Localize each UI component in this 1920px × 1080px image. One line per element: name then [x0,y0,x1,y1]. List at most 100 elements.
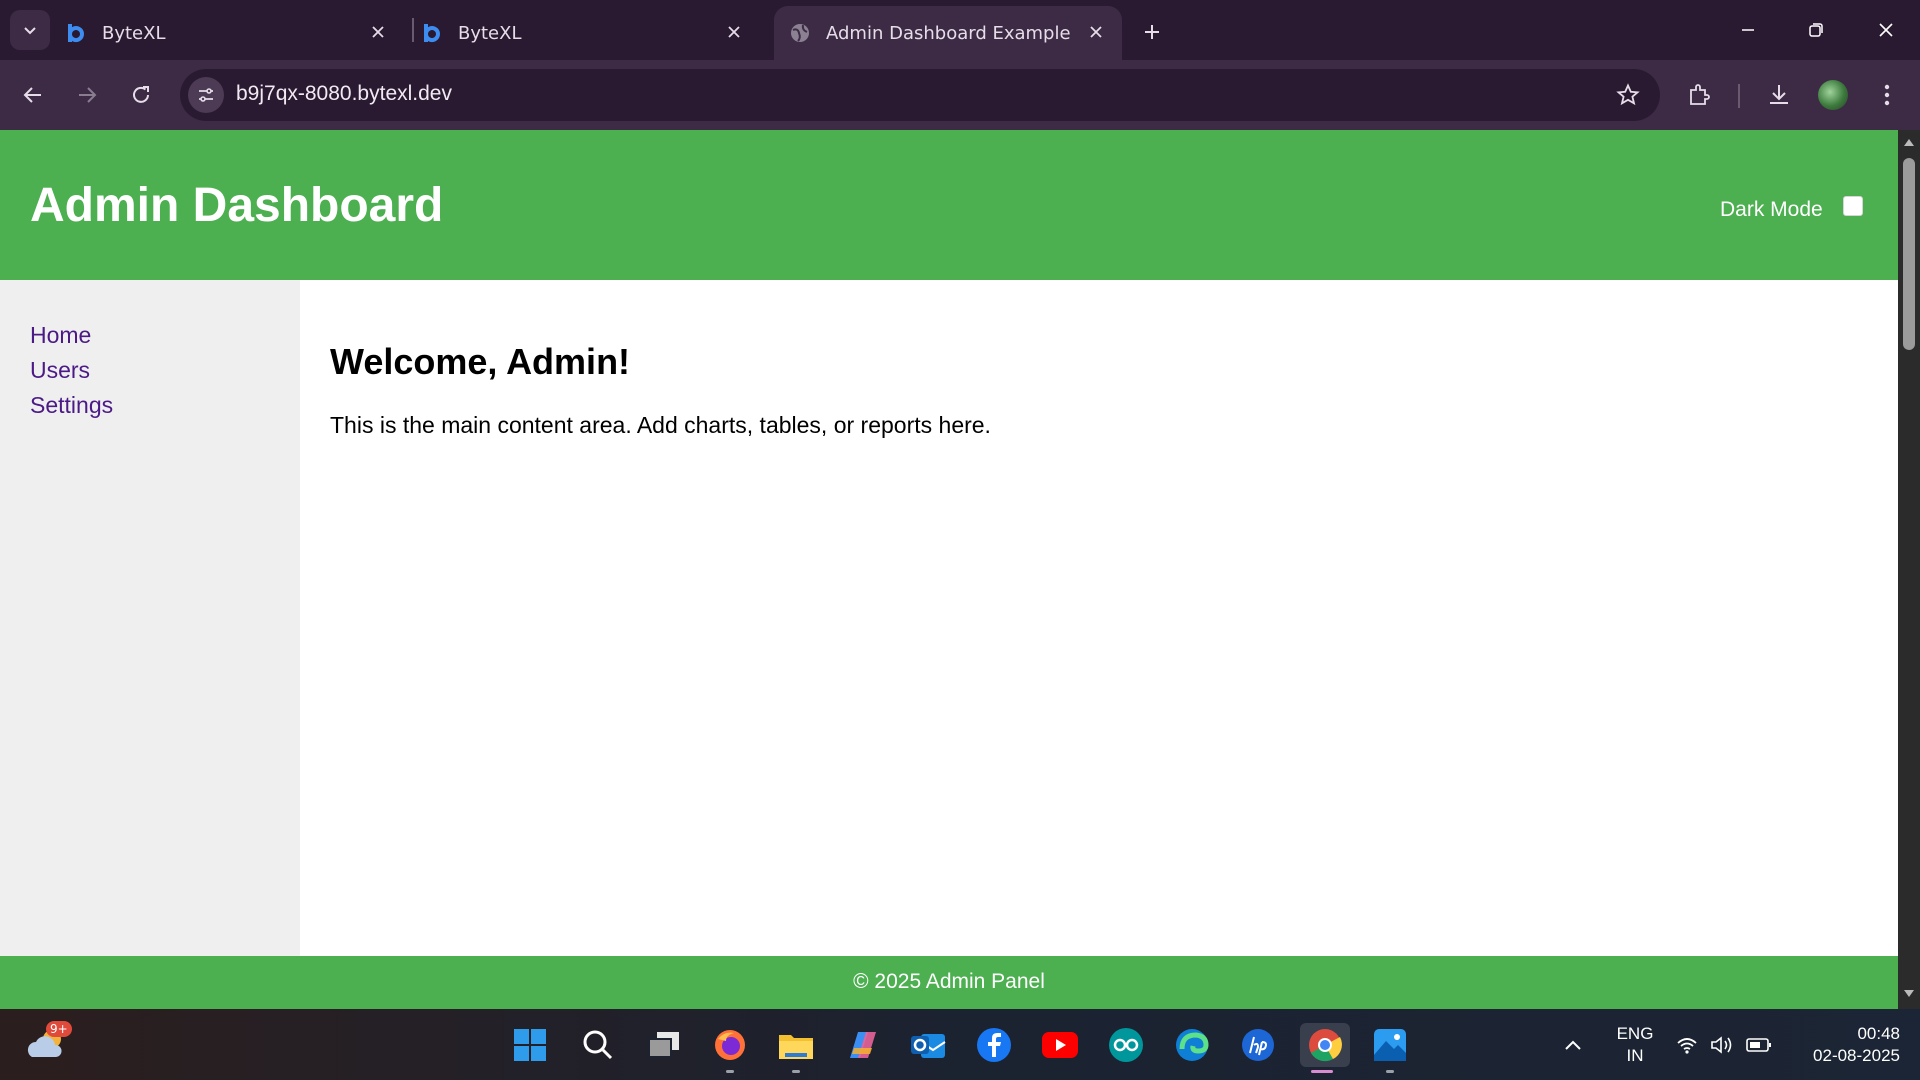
page-title: Admin Dashboard [30,179,444,232]
chevron-up-icon [1565,1040,1581,1050]
task-view-button[interactable] [642,1023,686,1067]
tab-bytexl-2[interactable]: ByteXL [420,6,760,60]
close-icon[interactable] [1084,20,1108,44]
taskbar-app-file-explorer[interactable] [774,1023,818,1073]
puzzle-icon [1690,84,1710,105]
browser-menu-button[interactable] [1868,76,1906,114]
minimize-button[interactable] [1714,0,1782,60]
close-icon[interactable] [722,20,746,44]
facebook-icon [977,1028,1011,1062]
bookmark-button[interactable] [1614,81,1642,109]
web-page: Admin Dashboard Dark Mode Home Users Set… [0,130,1898,1009]
folder-icon [779,1035,813,1059]
download-icon [1770,85,1788,104]
restore-button[interactable] [1782,0,1850,60]
extensions-button[interactable] [1680,76,1718,114]
battery-status[interactable] [1746,1009,1776,1080]
close-icon[interactable] [366,20,390,44]
minimize-icon [1742,29,1754,31]
taskbar-app-firefox[interactable] [708,1023,752,1073]
avatar [1818,80,1848,110]
language-code: ENG [1616,1024,1654,1043]
network-status[interactable] [1676,1009,1706,1080]
taskbar-app-photos[interactable] [1368,1023,1412,1073]
taskbar-app-copilot[interactable] [840,1023,884,1067]
sidebar-item-settings[interactable]: Settings [30,392,113,419]
main-content: Welcome, Admin! This is the main content… [300,280,1898,956]
chrome-icon [1309,1029,1342,1062]
outlook-icon [911,1034,946,1058]
clock-time: 00:48 [1857,1024,1900,1043]
back-button[interactable] [13,75,53,115]
page-scrollbar[interactable] [1898,130,1920,1009]
tab-admin-dashboard[interactable]: Admin Dashboard Example [774,6,1122,60]
sidebar-item-home[interactable]: Home [30,322,91,349]
downloads-button[interactable] [1760,76,1798,114]
chevron-down-icon [24,27,36,35]
taskbar-app-chrome[interactable] [1300,1023,1350,1073]
youtube-icon [1042,1032,1078,1058]
new-tab-button[interactable] [1134,14,1170,50]
tune-icon [199,88,213,102]
system-clock[interactable]: 00:48 02-08-2025 [1790,1023,1900,1067]
address-bar[interactable]: b9j7qx-8080.bytexl.dev [180,69,1660,121]
taskbar-app-edge[interactable] [1170,1023,1214,1067]
tab-search-button[interactable] [10,10,50,50]
url-text[interactable]: b9j7qx-8080.bytexl.dev [236,82,452,106]
photos-icon [1374,1029,1406,1061]
firefox-icon [715,1030,745,1060]
page-header: Admin Dashboard Dark Mode [0,130,1898,280]
page-footer: © 2025 Admin Panel [0,956,1898,1009]
volume-status[interactable] [1710,1009,1740,1080]
taskbar-app-facebook[interactable] [972,1023,1016,1067]
reload-button[interactable] [121,75,161,115]
profile-button[interactable] [1814,76,1852,114]
weather-widget[interactable]: 9+ [24,1021,74,1067]
bytexl-logo-icon [64,21,88,45]
clock-date: 02-08-2025 [1813,1046,1900,1065]
battery-icon [1746,1037,1771,1052]
forward-button[interactable] [67,75,107,115]
taskbar-app-hp[interactable] [1236,1023,1280,1067]
tab-title: ByteXL [102,22,166,44]
arrow-right-icon [79,87,97,103]
tab-bytexl-1[interactable]: ByteXL [64,6,404,60]
copilot-icon [850,1032,876,1058]
running-indicator [1386,1070,1394,1073]
show-hidden-icons-button[interactable] [1564,1009,1590,1080]
toolbar-divider [1738,84,1740,108]
running-indicator [792,1070,800,1073]
start-button[interactable] [508,1023,552,1067]
hp-icon [1242,1029,1274,1061]
tab-title: Admin Dashboard Example [826,22,1071,44]
more-vertical-icon [1884,84,1890,106]
language-indicator[interactable]: ENG IN [1614,1023,1656,1067]
scroll-up-arrow-icon[interactable] [1903,136,1915,148]
bytexl-logo-icon [420,21,444,45]
taskbar-app-arduino[interactable] [1104,1023,1148,1067]
taskbar-app-youtube[interactable] [1038,1023,1082,1067]
plus-icon [1145,25,1159,39]
site-info-button[interactable] [188,77,224,113]
browser-toolbar: b9j7qx-8080.bytexl.dev [0,60,1920,130]
arrow-left-icon [23,87,41,103]
taskbar: 9+ ENG IN 00:48 02-08-2025 [0,1009,1920,1080]
restore-icon [1809,23,1823,37]
scroll-thumb[interactable] [1903,158,1915,350]
taskbar-search-button[interactable] [576,1023,620,1067]
star-icon [1616,83,1640,106]
taskbar-app-outlook[interactable] [906,1023,950,1067]
edge-icon [1176,1029,1209,1061]
tab-separator [412,18,414,42]
task-view-icon [648,1032,679,1058]
windows-logo-icon [514,1029,546,1061]
sidebar-item-users[interactable]: Users [30,357,90,384]
speaker-icon [1711,1035,1732,1054]
running-indicator [1311,1070,1333,1073]
arduino-icon [1109,1028,1143,1062]
scroll-down-arrow-icon[interactable] [1903,988,1915,1000]
footer-text: © 2025 Admin Panel [853,970,1045,993]
dark-mode-checkbox[interactable] [1843,196,1863,216]
close-window-button[interactable] [1852,0,1920,60]
search-icon [583,1030,613,1060]
